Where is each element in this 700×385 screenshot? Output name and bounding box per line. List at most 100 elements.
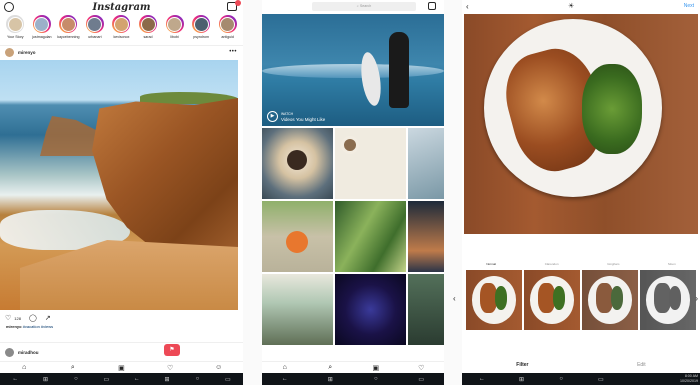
activity-notification-button[interactable]: ⚑ <box>164 344 180 356</box>
story-item[interactable]: libobi <box>163 15 187 45</box>
task-view-icon[interactable]: ▭ <box>100 376 112 383</box>
panel-gutter <box>243 0 262 385</box>
caption-hashtags[interactable]: #vacation #views <box>23 324 53 329</box>
windows-icon[interactable]: ⊞ <box>161 376 173 383</box>
story-username: psyndrom <box>193 35 209 39</box>
tab-edit[interactable]: Edit <box>637 362 646 368</box>
grid-photo[interactable] <box>408 128 444 199</box>
grid-photo[interactable] <box>335 128 406 199</box>
filter-thumbnail[interactable] <box>524 270 580 330</box>
grid-photo[interactable] <box>335 274 406 345</box>
story-item[interactable]: justmagulan <box>30 15 54 45</box>
wave <box>262 64 444 78</box>
story-username: antiguid <box>221 35 234 39</box>
edit-preview-photo <box>464 14 698 234</box>
like-count: 128 <box>14 315 21 321</box>
lux-icon[interactable]: ☀ <box>568 2 574 10</box>
search-icon[interactable]: ○ <box>370 376 382 382</box>
grid-photo[interactable] <box>262 201 333 272</box>
home-icon[interactable]: ⌂ <box>278 364 292 371</box>
igtv-icon[interactable] <box>428 2 436 10</box>
task-view-icon[interactable]: ▭ <box>222 376 234 383</box>
tab-filter[interactable]: Filter <box>516 362 528 368</box>
back-icon[interactable]: ← <box>279 376 291 382</box>
filter-label[interactable]: Moon <box>668 262 676 266</box>
story-item[interactable]: antiguid <box>216 15 240 45</box>
post-username[interactable]: mirenyo <box>18 50 36 55</box>
video-title: Videos You Might Like <box>281 117 326 122</box>
grid-photo[interactable] <box>262 128 333 199</box>
story-item[interactable]: sarad <box>136 15 160 45</box>
post-photo[interactable] <box>0 60 238 310</box>
more-options-icon[interactable]: ••• <box>229 49 237 55</box>
orange <box>286 231 308 253</box>
filter-thumbnail[interactable] <box>640 270 696 330</box>
windows-icon[interactable]: ⊞ <box>40 376 52 383</box>
filter-label[interactable]: Clarendon <box>545 262 559 266</box>
filter-labels: Normal Clarendon Gingham Moon <box>462 262 700 266</box>
windows-icon[interactable]: ⊞ <box>324 376 336 383</box>
story-username: sarad <box>143 35 153 39</box>
search-icon[interactable]: ○ <box>70 376 82 382</box>
post-username[interactable]: miradhou <box>18 350 39 355</box>
editor-tabs: Filter Edit <box>462 362 700 368</box>
search-icon[interactable]: ○ <box>555 376 567 382</box>
avatar[interactable] <box>5 347 14 357</box>
heart-icon[interactable]: ♡ <box>5 314 11 322</box>
chevron-left-icon[interactable]: ‹ <box>453 294 456 303</box>
video-tile[interactable]: ▶ WATCH Videos You Might Like <box>262 14 444 126</box>
back-arrow-icon[interactable]: ‹ <box>466 2 469 11</box>
grid-photo[interactable] <box>262 274 333 345</box>
camera-icon[interactable]: ▣ <box>114 364 128 372</box>
caption-username[interactable]: mirenyo <box>6 324 22 329</box>
story-ring <box>85 15 104 33</box>
notification-badge <box>235 0 241 6</box>
profile-icon[interactable]: ☺ <box>212 364 226 371</box>
beach-sand <box>20 240 238 310</box>
task-view-icon[interactable]: ▭ <box>415 376 427 383</box>
avatar[interactable] <box>5 47 14 57</box>
next-button[interactable]: Next <box>684 3 694 9</box>
story-item[interactable]: kaycebenning <box>56 15 80 45</box>
search-icon[interactable]: ⌕ <box>323 364 337 372</box>
story-item[interactable]: Your Story <box>3 15 27 45</box>
filter-thumbnail[interactable] <box>466 270 522 330</box>
home-icon[interactable]: ⌂ <box>17 364 31 371</box>
story-item[interactable]: psyndrom <box>189 15 213 45</box>
chevron-right-icon[interactable]: › <box>695 294 698 303</box>
back-icon[interactable]: ← <box>131 376 143 382</box>
story-ring <box>192 15 211 33</box>
task-view-icon[interactable]: ▭ <box>595 376 607 383</box>
search-icon[interactable]: ○ <box>191 376 203 382</box>
back-icon[interactable]: ← <box>9 376 21 382</box>
search-input[interactable]: ⌕ Search <box>312 2 416 11</box>
avatar <box>87 16 103 32</box>
grid-photo[interactable] <box>408 274 444 345</box>
system-clock[interactable]: 8:00 AM 10/20/2019 <box>680 374 698 383</box>
play-icon[interactable]: ▶ <box>267 111 278 122</box>
story-item[interactable]: kevisonox <box>109 15 133 45</box>
story-username: kevisonox <box>113 35 130 39</box>
salad-greens <box>582 64 642 154</box>
surfer <box>389 32 409 108</box>
grid-photo[interactable] <box>408 201 444 272</box>
back-icon[interactable]: ← <box>476 376 488 382</box>
share-icon[interactable]: ↗ <box>45 314 51 322</box>
feed-header: Instagram <box>0 0 243 14</box>
windows-icon[interactable]: ⊞ <box>515 376 527 383</box>
grid-photo[interactable] <box>335 201 406 272</box>
filter-label[interactable]: Gingham <box>607 262 619 266</box>
camera-icon[interactable]: ▣ <box>369 364 383 372</box>
story-username: justmagulan <box>32 35 52 39</box>
story-item[interactable]: urbanart <box>83 15 107 45</box>
filter-thumbnail[interactable] <box>582 270 638 330</box>
comment-icon[interactable]: ◯ <box>29 314 37 322</box>
camera-icon[interactable] <box>4 2 14 12</box>
search-icon[interactable]: ⌕ <box>66 364 80 372</box>
story-ring <box>139 15 157 33</box>
heart-icon[interactable]: ♡ <box>414 364 428 372</box>
heart-icon[interactable]: ♡ <box>163 364 177 372</box>
story-username: libobi <box>170 35 179 39</box>
filter-label[interactable]: Normal <box>486 262 496 266</box>
story-username: Your Story <box>6 35 24 39</box>
